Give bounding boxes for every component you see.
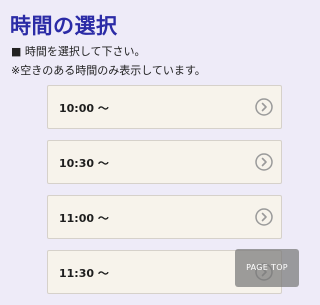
chevron-right-circle-icon bbox=[255, 153, 273, 171]
time-slot-label: 11:30 ～ bbox=[59, 267, 109, 280]
page-top-button[interactable]: PAGE TOP bbox=[235, 249, 299, 287]
time-slot-button[interactable]: 10:00 ～ bbox=[47, 85, 282, 129]
time-slot-label: 10:00 ～ bbox=[59, 102, 109, 115]
time-slot-label: 10:30 ～ bbox=[59, 157, 109, 170]
time-slot-button[interactable]: 10:30 ～ bbox=[47, 140, 282, 184]
instruction-availability-note: ※空きのある時間のみ表示しています。 bbox=[11, 64, 206, 77]
chevron-right-circle-icon bbox=[255, 98, 273, 116]
instruction-select-time: ■ 時間を選択して下さい。 bbox=[11, 45, 146, 58]
page-title: 時間の選択 bbox=[10, 14, 118, 38]
time-slot-label: 11:00 ～ bbox=[59, 212, 109, 225]
chevron-right-circle-icon bbox=[255, 208, 273, 226]
time-slot-button[interactable]: 11:00 ～ bbox=[47, 195, 282, 239]
